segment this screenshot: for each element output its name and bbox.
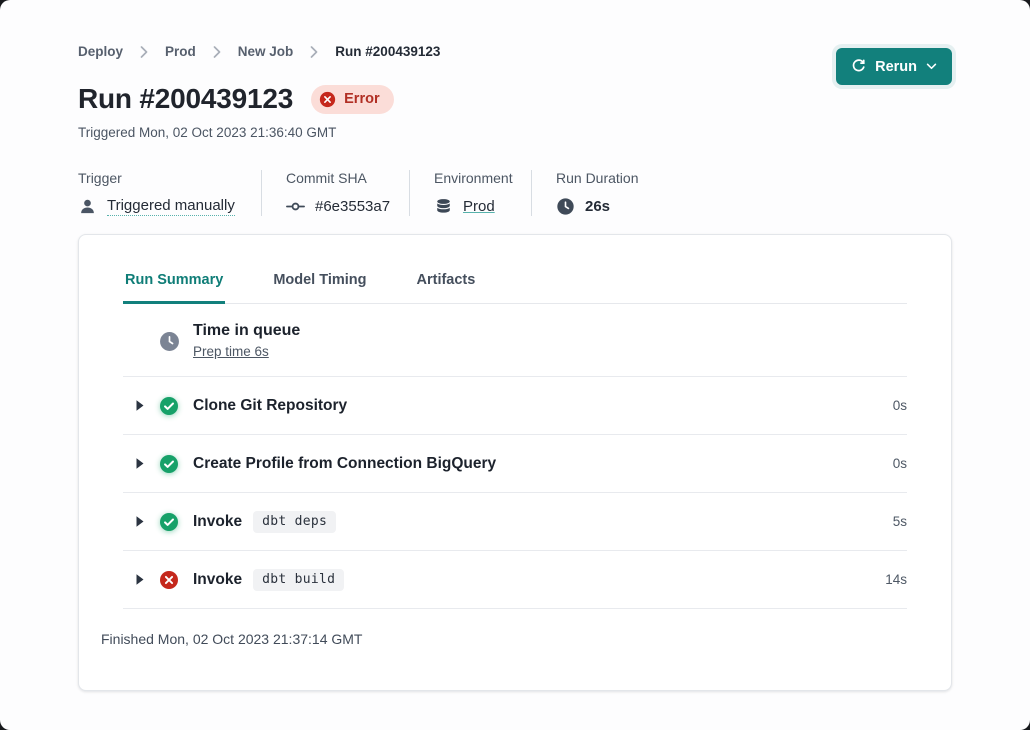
- x-circle-icon: [319, 91, 336, 108]
- step-row-invoke-dbt-deps: Invoke dbt deps 5s: [123, 493, 907, 551]
- trigger-value[interactable]: Triggered manually: [107, 197, 235, 216]
- step-duration: 5s: [893, 514, 907, 529]
- clock-icon: [556, 197, 575, 216]
- expand-caret-icon[interactable]: [135, 399, 146, 412]
- run-summary-card: Run Summary Model Timing Artifacts Time …: [78, 234, 952, 691]
- run-duration-value: 26s: [585, 198, 610, 215]
- check-circle-icon: [159, 512, 179, 532]
- triggered-timestamp: Triggered Mon, 02 Oct 2023 21:36:40 GMT: [78, 125, 952, 140]
- step-row-clone-git: Clone Git Repository 0s: [123, 377, 907, 435]
- meta-trigger: Trigger Triggered manually: [78, 170, 262, 216]
- database-icon: [434, 197, 453, 216]
- clock-icon: [159, 331, 180, 352]
- person-icon: [78, 197, 97, 216]
- tab-model-timing[interactable]: Model Timing: [271, 272, 368, 303]
- step-row-create-profile: Create Profile from Connection BigQuery …: [123, 435, 907, 493]
- page: Deploy Prod New Job Run #200439123 Run #…: [0, 0, 1030, 730]
- command-chip: dbt deps: [253, 511, 336, 533]
- step-duration: 0s: [893, 456, 907, 471]
- breadcrumb-prod[interactable]: Prod: [165, 44, 196, 59]
- run-metadata: Trigger Triggered manually Commit SHA #6…: [78, 170, 952, 216]
- queue-row: Time in queue Prep time 6s: [123, 304, 907, 377]
- commit-icon: [286, 197, 305, 216]
- step-row-invoke-dbt-build: Invoke dbt build 14s: [123, 551, 907, 609]
- step-duration: 14s: [885, 572, 907, 587]
- meta-duration-label: Run Duration: [556, 170, 639, 186]
- meta-environment-label: Environment: [434, 170, 511, 186]
- rerun-button-label: Rerun: [875, 59, 917, 75]
- breadcrumb-current-run: Run #200439123: [335, 44, 440, 59]
- tab-run-summary[interactable]: Run Summary: [123, 272, 225, 303]
- breadcrumb: Deploy Prod New Job Run #200439123: [78, 0, 952, 59]
- step-title: Clone Git Repository: [193, 397, 347, 415]
- step-title: Create Profile from Connection BigQuery: [193, 455, 496, 473]
- tabbar: Run Summary Model Timing Artifacts: [123, 235, 907, 304]
- page-title: Run #200439123: [78, 83, 293, 115]
- check-circle-icon: [159, 454, 179, 474]
- refresh-icon: [851, 59, 866, 74]
- meta-commit-label: Commit SHA: [286, 170, 389, 186]
- expand-caret-icon[interactable]: [135, 515, 146, 528]
- meta-commit: Commit SHA #6e3553a7: [286, 170, 410, 216]
- meta-trigger-label: Trigger: [78, 170, 241, 186]
- chevron-down-icon: [926, 63, 937, 70]
- x-circle-icon: [159, 570, 179, 590]
- breadcrumb-new-job[interactable]: New Job: [238, 44, 294, 59]
- rerun-button[interactable]: Rerun: [836, 48, 952, 85]
- status-badge: Error: [311, 85, 393, 114]
- status-badge-label: Error: [344, 91, 379, 107]
- commit-sha-value: #6e3553a7: [315, 198, 390, 215]
- tab-artifacts[interactable]: Artifacts: [415, 272, 478, 303]
- chevron-right-icon: [140, 46, 148, 58]
- chevron-right-icon: [213, 46, 221, 58]
- chevron-right-icon: [310, 46, 318, 58]
- command-chip: dbt build: [253, 569, 344, 591]
- expand-caret-icon[interactable]: [135, 457, 146, 470]
- prep-time-link[interactable]: Prep time 6s: [193, 344, 269, 359]
- meta-environment: Environment Prod: [434, 170, 532, 216]
- step-title: Invoke: [193, 513, 242, 531]
- finished-timestamp: Finished Mon, 02 Oct 2023 21:37:14 GMT: [79, 609, 951, 647]
- check-circle-icon: [159, 396, 179, 416]
- queue-title: Time in queue: [193, 322, 300, 340]
- meta-duration: Run Duration 26s: [556, 170, 639, 216]
- step-duration: 0s: [893, 398, 907, 413]
- step-title: Invoke: [193, 571, 242, 589]
- expand-caret-icon[interactable]: [135, 573, 146, 586]
- breadcrumb-deploy[interactable]: Deploy: [78, 44, 123, 59]
- environment-link[interactable]: Prod: [463, 198, 495, 215]
